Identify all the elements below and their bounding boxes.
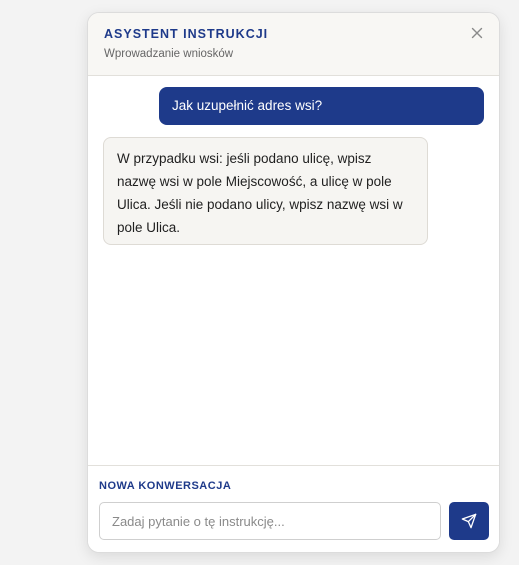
- new-conversation-button[interactable]: NOWA KONWERSACJA: [99, 480, 231, 492]
- panel-subtitle: Wprowadzanie wniosków: [104, 48, 234, 60]
- panel-title: ASYSTENT INSTRUKCJI: [104, 27, 269, 41]
- assistant-message: W przypadku wsi: jeśli podano ulicę, wpi…: [103, 137, 428, 245]
- send-icon: [461, 513, 477, 529]
- close-button[interactable]: [469, 25, 485, 41]
- question-input[interactable]: [99, 502, 441, 540]
- user-message: Jak uzupełnić adres wsi?: [159, 87, 484, 125]
- chat-footer: NOWA KONWERSACJA: [88, 465, 499, 552]
- send-button[interactable]: [449, 502, 489, 540]
- instruction-assistant-panel: ASYSTENT INSTRUKCJI Wprowadzanie wnioskó…: [87, 12, 500, 553]
- close-icon: [471, 27, 483, 39]
- panel-header: ASYSTENT INSTRUKCJI Wprowadzanie wnioskó…: [88, 13, 499, 76]
- message-list: Jak uzupełnić adres wsi? W przypadku wsi…: [88, 75, 499, 466]
